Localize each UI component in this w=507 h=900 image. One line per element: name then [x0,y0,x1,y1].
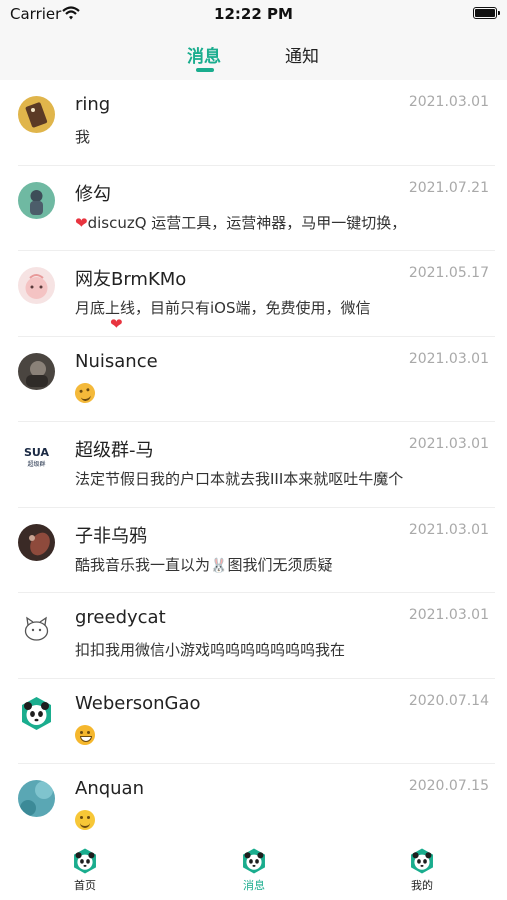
thinking-face-emoji [75,382,95,403]
message-preview: 酷我音乐我一直以为🐰图我们无须质疑 [75,554,332,575]
panda-messages-icon [243,848,265,874]
conversation-row[interactable]: 修勾 2021.07.21 ❤discuzQ 运营工具，运营神器，马甲一键切换， [0,166,507,251]
conversation-row[interactable]: ring 2021.03.01 我 [0,80,507,166]
message-date: 2021.07.21 [408,179,489,196]
contact-name: greedycat [75,607,166,628]
message-preview [75,724,95,745]
avatar [18,352,55,390]
tab-notifications[interactable]: 通知 [285,42,319,67]
avatar [18,523,55,561]
clock: 12:22 PM [214,5,293,23]
status-bar: Carrier 12:22 PM [0,0,507,28]
header-tabs: 消息 通知 [0,28,507,80]
tab-profile[interactable]: 我的 [392,847,452,893]
message-date: 2020.07.14 [408,692,489,709]
avatar [18,780,55,817]
message-date: 2021.03.01 [408,350,489,367]
heart-icon: ❤ [75,213,88,232]
avatar: SUA 超级群 [18,438,55,475]
message-date: 2021.05.17 [408,265,489,281]
contact-name: Anquan [75,778,144,799]
tab-home[interactable]: 首页 [55,847,115,893]
svg-text:SUA: SUA [24,446,50,459]
contact-name: WebersonGao [75,692,201,714]
message-date: 2021.03.01 [408,436,489,452]
conversation-row[interactable]: SUA 超级群 超级群-马 2021.03.01 法定节假日我的户口本就去我II… [0,422,507,508]
panda-profile-icon [411,848,433,874]
bottom-tab-bar: 首页 消息 我的 [0,835,507,900]
avatar [18,96,55,133]
avatar [18,267,55,304]
conversation-row[interactable]: 子非乌鸦 2021.03.01 酷我音乐我一直以为🐰图我们无须质疑 [0,508,507,593]
battery-icon [473,7,500,19]
avatar [18,609,55,646]
contact-name: 修勾 [75,183,111,205]
tab-label: 我的 [411,879,433,892]
message-preview: 我 [75,128,91,146]
contact-name: Nuisance [75,350,158,372]
contact-name: 网友BrmKMo [75,269,187,290]
tab-messages[interactable]: 消息 [187,42,221,67]
avatar [18,181,55,219]
message-preview: 扣扣我用微信小游戏呜呜呜呜呜呜呜我在 [75,641,346,659]
message-preview: ❤discuzQ 运营工具，运营神器，马甲一键切换， [75,212,406,233]
message-date: 2021.03.01 [408,607,489,623]
avatar [18,695,55,732]
tab-messages-bottom[interactable]: 消息 [224,847,284,893]
message-preview-text: 酷我音乐我一直以为 [75,555,211,574]
message-date: 2020.07.15 [408,778,489,794]
conversation-list: ring 2021.03.01 我 修勾 2021.07.21 ❤discuzQ… [0,80,507,850]
active-tab-indicator [196,68,214,72]
conversation-row[interactable]: Nuisance 2021.03.01 [0,337,507,422]
contact-name: 子非乌鸦 [75,525,147,547]
message-preview-text: discuzQ 运营工具，运营神器，马甲一键切换， [87,213,407,232]
bunny-emoji: 🐰 [210,557,228,574]
message-date: 2021.03.01 [408,521,489,538]
tab-label: 消息 [243,879,265,892]
message-date: 2021.03.01 [408,94,489,110]
contact-name: ring [75,94,111,115]
panda-home-icon [74,848,96,874]
contact-name: 超级群-马 [75,440,154,461]
message-preview [75,382,95,403]
tab-label: 首页 [74,879,96,892]
conversation-row[interactable]: greedycat 2021.03.01 扣扣我用微信小游戏呜呜呜呜呜呜呜我在 [0,593,507,679]
grinning-face-emoji [75,724,95,745]
conversation-row[interactable]: WebersonGao 2020.07.14 [0,679,507,764]
smiling-face-emoji [75,810,95,830]
conversation-row[interactable]: 网友BrmKMo 2021.05.17 月底上线，目前只有iOS端，免费使用，微… [0,251,507,337]
message-preview-text: 图我们无须质疑 [227,555,333,574]
message-preview: 法定节假日我的户口本就去我III本来就呕吐牛魔个 [75,470,404,488]
svg-text:超级群: 超级群 [27,460,45,468]
message-preview [75,810,95,830]
heart-icon: ❤ [110,315,123,333]
